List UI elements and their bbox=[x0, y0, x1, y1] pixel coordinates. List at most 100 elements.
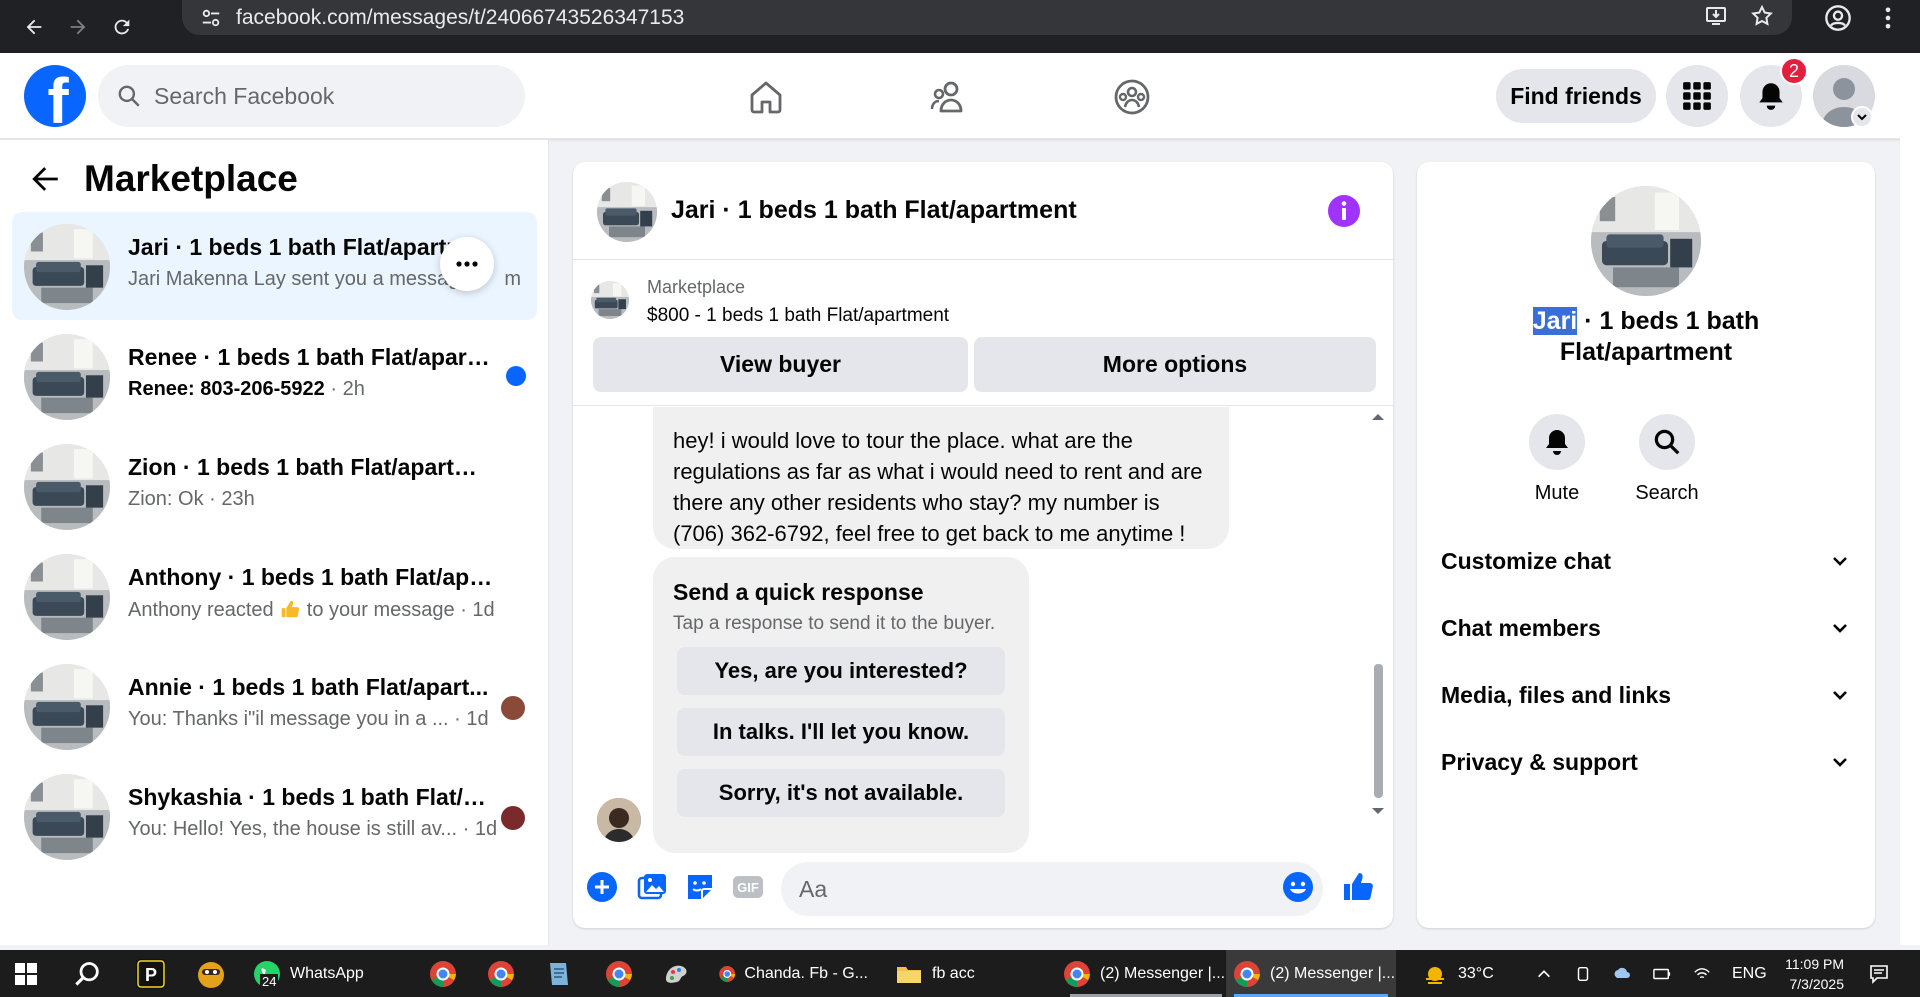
search-in-chat-button[interactable]: Search bbox=[1622, 414, 1712, 505]
search-icon bbox=[75, 961, 99, 986]
conversation-preview: Renee: 803-206-5922 · 2h bbox=[128, 378, 365, 400]
chevron-down-icon[interactable] bbox=[1851, 106, 1873, 128]
bookmark-star-icon[interactable] bbox=[1750, 4, 1774, 28]
conversation-title: Annie · 1 beds 1 bath Flat/apart... bbox=[128, 674, 489, 700]
listing-thumbnail bbox=[24, 774, 110, 860]
back-arrow-icon[interactable] bbox=[14, 7, 54, 47]
chevron-down-icon bbox=[1833, 557, 1847, 566]
search-input[interactable] bbox=[154, 82, 494, 110]
view-buyer-button[interactable]: View buyer bbox=[593, 337, 968, 392]
menu-grid-button[interactable] bbox=[1666, 65, 1728, 127]
fb-acc-label: fb acc bbox=[932, 964, 975, 982]
listing-thumbnail[interactable] bbox=[1591, 186, 1701, 296]
conversation-item-zion[interactable]: Zion · 1 beds 1 bath Flat/apartment Zion… bbox=[12, 432, 537, 540]
customize-chat-section[interactable]: Customize chat bbox=[1441, 536, 1851, 586]
listing-thumbnail[interactable] bbox=[591, 281, 629, 319]
messenger-label: (2) Messenger |... bbox=[1270, 964, 1396, 982]
notification-center-icon[interactable] bbox=[1868, 950, 1890, 997]
taskbar-clock[interactable]: 11:09 PM 7/3/2025 bbox=[1760, 954, 1844, 994]
taskbar-chrome-1[interactable] bbox=[428, 950, 458, 997]
sticker-icon[interactable] bbox=[683, 870, 717, 904]
listing-thumbnail bbox=[24, 444, 110, 530]
taskbar-paint[interactable] bbox=[662, 950, 692, 997]
sender-avatar[interactable] bbox=[597, 798, 641, 842]
taskbar-chrome-2[interactable] bbox=[486, 950, 516, 997]
media-files-links-section[interactable]: Media, files and links bbox=[1441, 670, 1851, 720]
browser-toolbar: facebook.com/messages/t/2406674352634715… bbox=[0, 0, 1920, 53]
thumbs-up-icon[interactable] bbox=[1341, 870, 1375, 904]
chat-window: Jari · 1 beds 1 bath Flat/apartment Mark… bbox=[573, 162, 1393, 928]
taskbar-messenger-2[interactable]: (2) Messenger |... bbox=[1226, 950, 1396, 997]
weather-temp: 33°C bbox=[1458, 964, 1494, 982]
taskbar-folder-fb-acc[interactable]: fb acc bbox=[894, 950, 1044, 997]
tray-chevron-icon[interactable] bbox=[1535, 950, 1553, 997]
quick-reply-in-talks[interactable]: In talks. I'll let you know. bbox=[677, 708, 1005, 756]
emoji-icon[interactable] bbox=[1281, 870, 1315, 904]
seen-avatar bbox=[501, 806, 525, 830]
mute-label: Mute bbox=[1534, 482, 1580, 504]
forward-arrow-icon[interactable] bbox=[58, 7, 98, 47]
find-friends-button[interactable]: Find friends bbox=[1496, 69, 1656, 123]
svg-text:P: P bbox=[145, 965, 157, 985]
taskbar-chrome-3[interactable] bbox=[604, 950, 634, 997]
url-text[interactable]: facebook.com/messages/t/2406674352634715… bbox=[236, 6, 684, 30]
conversation-title: Anthony · 1 beds 1 bath Flat/apart... bbox=[128, 564, 493, 590]
add-plus-icon[interactable] bbox=[585, 870, 619, 904]
search-box[interactable] bbox=[98, 65, 525, 127]
conversation-item-shykashia[interactable]: Shykashia · 1 beds 1 bath Flat/ap... You… bbox=[12, 762, 537, 870]
conversation-item-renee[interactable]: Renee · 1 beds 1 bath Flat/apart... Rene… bbox=[12, 322, 537, 430]
weather-widget[interactable]: 33°C bbox=[1420, 950, 1494, 997]
facebook-logo-icon[interactable]: f bbox=[24, 65, 86, 127]
taskbar-notepad[interactable] bbox=[544, 950, 574, 997]
conversation-item-annie[interactable]: Annie · 1 beds 1 bath Flat/apart... You:… bbox=[12, 652, 537, 760]
taskbar-app-p[interactable]: P bbox=[136, 950, 166, 997]
start-button[interactable] bbox=[14, 950, 38, 997]
wifi-icon[interactable] bbox=[1692, 950, 1712, 997]
chat-members-section[interactable]: Chat members bbox=[1441, 603, 1851, 653]
home-tab-icon[interactable] bbox=[738, 69, 794, 125]
info-icon[interactable] bbox=[1327, 194, 1361, 228]
friends-tab-icon[interactable] bbox=[921, 69, 977, 125]
chat-title[interactable]: Jari · 1 beds 1 bath Flat/apartment bbox=[671, 196, 1077, 225]
search-icon bbox=[1654, 429, 1680, 455]
conversation-preview: You: Hello! Yes, the house is still av..… bbox=[128, 818, 498, 840]
site-settings-icon[interactable] bbox=[200, 7, 222, 29]
taskbar-search-button[interactable] bbox=[74, 950, 102, 997]
address-bar[interactable]: facebook.com/messages/t/2406674352634715… bbox=[182, 0, 1792, 35]
reload-icon[interactable] bbox=[102, 7, 142, 47]
install-app-icon[interactable] bbox=[1704, 4, 1728, 28]
search-label: Search bbox=[1635, 482, 1699, 504]
taskbar-messenger-1[interactable]: (2) Messenger |... bbox=[1062, 950, 1230, 997]
chevron-down-icon bbox=[1833, 691, 1847, 700]
battery-icon[interactable] bbox=[1652, 950, 1672, 997]
taskbar-whatsapp[interactable]: 24 WhatsApp bbox=[252, 950, 364, 997]
chrome-icon bbox=[606, 960, 632, 987]
taskbar-chrome-chanda[interactable]: Chanda. Fb - G... bbox=[718, 950, 868, 997]
tray-network-app-icon[interactable] bbox=[1612, 950, 1632, 997]
photo-icon[interactable] bbox=[635, 870, 669, 904]
conversation-item-anthony[interactable]: Anthony · 1 beds 1 bath Flat/apart... An… bbox=[12, 542, 537, 650]
notepad-icon bbox=[550, 962, 568, 985]
tray-device-icon[interactable] bbox=[1574, 950, 1592, 997]
chat-thumbnail[interactable] bbox=[597, 182, 657, 242]
chanda-label: Chanda. Fb - G... bbox=[744, 964, 868, 982]
browser-profile-icon[interactable] bbox=[1824, 4, 1852, 32]
quick-reply-not-available[interactable]: Sorry, it's not available. bbox=[677, 769, 1005, 817]
page-scrollbar[interactable] bbox=[1900, 53, 1920, 945]
listing-price[interactable]: $800 - 1 beds 1 bath Flat/apartment bbox=[647, 305, 949, 327]
chat-header: Jari · 1 beds 1 bath Flat/apartment bbox=[573, 162, 1393, 260]
chat-scrollbar[interactable] bbox=[1369, 408, 1387, 820]
quick-reply-interested[interactable]: Yes, are you interested? bbox=[677, 647, 1005, 695]
groups-tab-icon[interactable] bbox=[1104, 69, 1160, 125]
back-arrow-icon[interactable] bbox=[28, 162, 62, 196]
gif-icon[interactable]: GIF bbox=[731, 870, 765, 904]
character-app-icon bbox=[198, 961, 224, 988]
taskbar-app-character[interactable] bbox=[196, 950, 226, 997]
more-options-button[interactable]: More options bbox=[974, 337, 1376, 392]
more-options-button[interactable] bbox=[440, 237, 494, 291]
browser-menu-icon[interactable] bbox=[1878, 4, 1898, 32]
message-input[interactable] bbox=[781, 862, 1323, 916]
listing-thumbnail bbox=[24, 554, 110, 640]
privacy-support-section[interactable]: Privacy & support bbox=[1441, 737, 1851, 787]
mute-button[interactable]: Mute bbox=[1512, 414, 1602, 505]
